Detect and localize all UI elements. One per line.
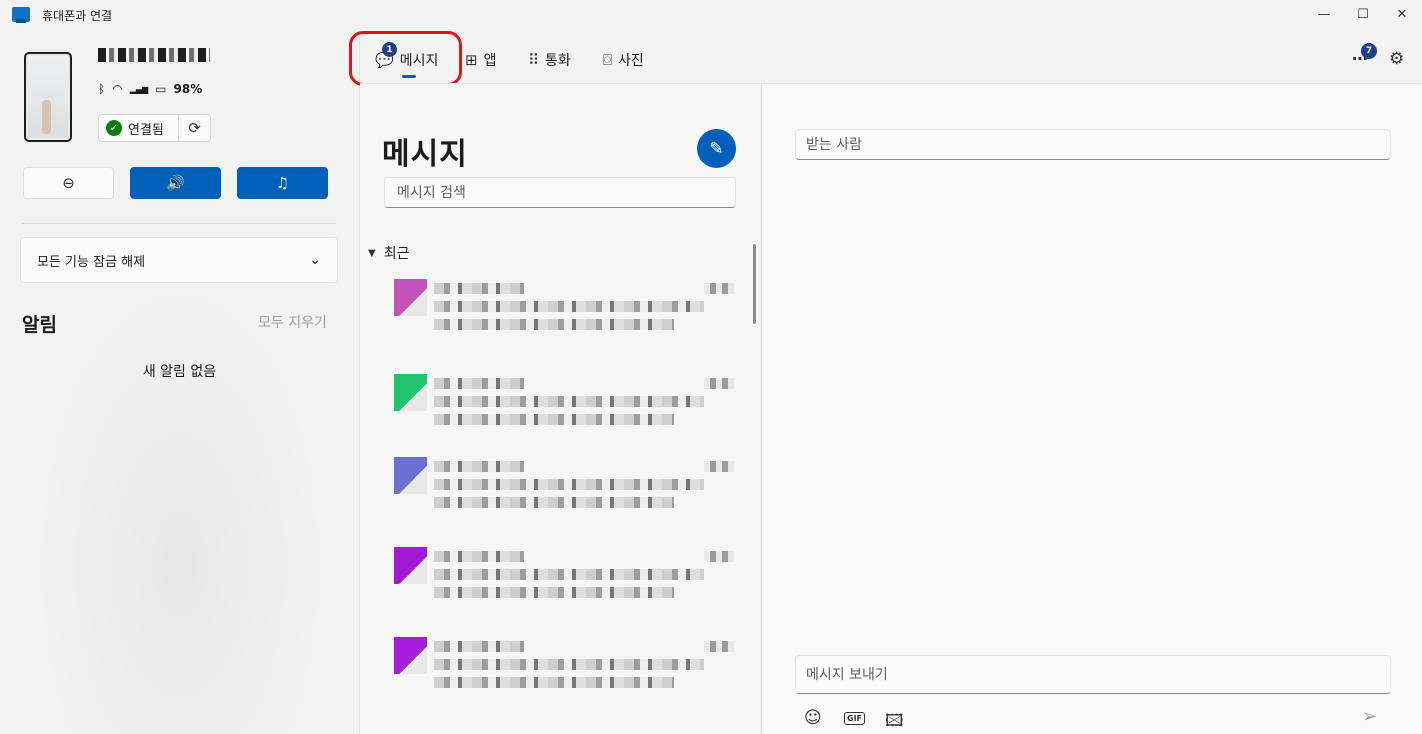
minimize-button[interactable]: — [1305, 0, 1343, 28]
conversation-item[interactable] [394, 374, 736, 444]
messages-list-panel: 메시지 ✎ ▼ 최근 [360, 83, 760, 734]
title-bar: 휴대폰과 연결 — ☐ ✕ [0, 0, 1422, 30]
contact-avatar [394, 279, 427, 316]
unlock-label: 모든 기능 잠금 해제 [37, 254, 146, 270]
chevron-down-icon: ⌄ [309, 252, 321, 268]
redacted-text [434, 414, 674, 425]
volume-button[interactable]: 🔊 [130, 167, 221, 199]
wallpaper-background [40, 290, 320, 734]
phone-thumbnail [24, 52, 72, 142]
divider [22, 223, 336, 224]
music-button[interactable]: ♫ [237, 167, 328, 199]
device-name-redacted [98, 48, 210, 62]
redacted-text [434, 551, 524, 562]
tab-photos[interactable]: ⌼ 사진 [603, 50, 644, 70]
redacted-text [434, 378, 524, 389]
tab-bar: 💬 1 메시지 ⊞ 앱 ⠿ 통화 ⌼ 사진 [360, 30, 1422, 83]
compose-icon: ✎ [709, 138, 724, 159]
compose-panel: ☺ GIF 🖾 ➢ [761, 83, 1422, 734]
recipient-input[interactable] [795, 129, 1391, 160]
recent-section-header[interactable]: ▼ 최근 [368, 243, 409, 263]
message-search-input[interactable] [384, 177, 736, 208]
image-icon[interactable]: 🖾 [885, 708, 904, 734]
refresh-icon[interactable]: ⟳ [179, 119, 210, 137]
redacted-text [434, 319, 674, 330]
redacted-timestamp [704, 378, 734, 389]
redacted-text [434, 396, 704, 407]
scrollbar[interactable] [753, 244, 756, 324]
battery-level: 98% [173, 82, 203, 96]
recent-label: 최근 [383, 246, 410, 262]
new-message-button[interactable]: ✎ [697, 129, 736, 168]
redacted-text [434, 659, 704, 670]
redacted-text [434, 301, 704, 312]
check-icon: ✓ [106, 120, 122, 136]
connection-status: ✓ 연결됨 ⟳ [98, 114, 211, 142]
photos-icon: ⌼ [603, 51, 613, 69]
redacted-text [434, 641, 524, 652]
maximize-button[interactable]: ☐ [1344, 0, 1382, 28]
connected-label: 연결됨 [128, 122, 164, 138]
send-icon[interactable]: ➢ [1362, 706, 1377, 727]
redacted-text [434, 479, 704, 490]
redacted-text [434, 461, 524, 472]
contact-avatar [394, 637, 427, 674]
contact-avatar [394, 457, 427, 494]
more-options-badge: 7 [1361, 43, 1377, 59]
app-icon [12, 7, 30, 23]
no-notifications-text: 새 알림 없음 [142, 364, 217, 380]
app-title: 휴대폰과 연결 [42, 9, 113, 23]
redacted-text [434, 587, 674, 598]
redacted-timestamp [704, 461, 734, 472]
device-panel: ᛒ ◠ ▂▄▆ ▭ 98% ✓ 연결됨 ⟳ ⊖ 🔊 ♫ 모든 기능 잠금 해제 … [0, 30, 359, 734]
wifi-icon: ◠ [112, 82, 123, 96]
dialpad-icon: ⠿ [528, 51, 539, 69]
conversation-item[interactable] [394, 279, 736, 349]
do-not-disturb-button[interactable]: ⊖ [23, 167, 114, 199]
device-status-row: ᛒ ◠ ▂▄▆ ▭ 98% [98, 82, 202, 96]
messages-title: 메시지 [382, 137, 468, 172]
phone-wallpaper-hand [42, 100, 51, 134]
redacted-timestamp [704, 641, 734, 652]
bluetooth-icon: ᛒ [98, 82, 106, 96]
unlock-all-features-dropdown[interactable]: 모든 기능 잠금 해제 ⌄ [20, 237, 338, 283]
redacted-timestamp [704, 551, 734, 562]
battery-icon: ▭ [155, 82, 167, 96]
emoji-icon[interactable]: ☺ [804, 708, 822, 728]
redacted-text [434, 497, 674, 508]
tab-calls-label: 통화 [545, 53, 571, 69]
tab-apps[interactable]: ⊞ 앱 [465, 50, 496, 70]
contact-avatar [394, 547, 427, 584]
redacted-text [434, 569, 704, 580]
connected-indicator: ✓ 연결됨 [99, 115, 179, 141]
contact-avatar [394, 374, 427, 411]
tab-calls[interactable]: ⠿ 통화 [528, 50, 571, 70]
notifications-title: 알림 [22, 314, 57, 336]
redacted-text [434, 283, 524, 294]
redacted-timestamp [704, 283, 734, 294]
conversation-item[interactable] [394, 637, 736, 707]
tab-apps-label: 앱 [483, 53, 497, 69]
message-input[interactable] [795, 655, 1391, 694]
settings-icon[interactable]: ⚙ [1389, 49, 1404, 69]
clear-all-button[interactable]: 모두 지우기 [258, 312, 327, 332]
gif-icon[interactable]: GIF [844, 712, 866, 725]
conversation-item[interactable] [394, 457, 736, 527]
close-button[interactable]: ✕ [1383, 0, 1421, 28]
signal-icon: ▂▄▆ [129, 84, 149, 94]
redacted-text [434, 677, 674, 688]
tab-photos-label: 사진 [618, 53, 644, 69]
apps-icon: ⊞ [465, 51, 478, 69]
caret-down-icon: ▼ [368, 247, 376, 259]
highlight-annotation [349, 31, 462, 86]
conversation-item[interactable] [394, 547, 736, 617]
